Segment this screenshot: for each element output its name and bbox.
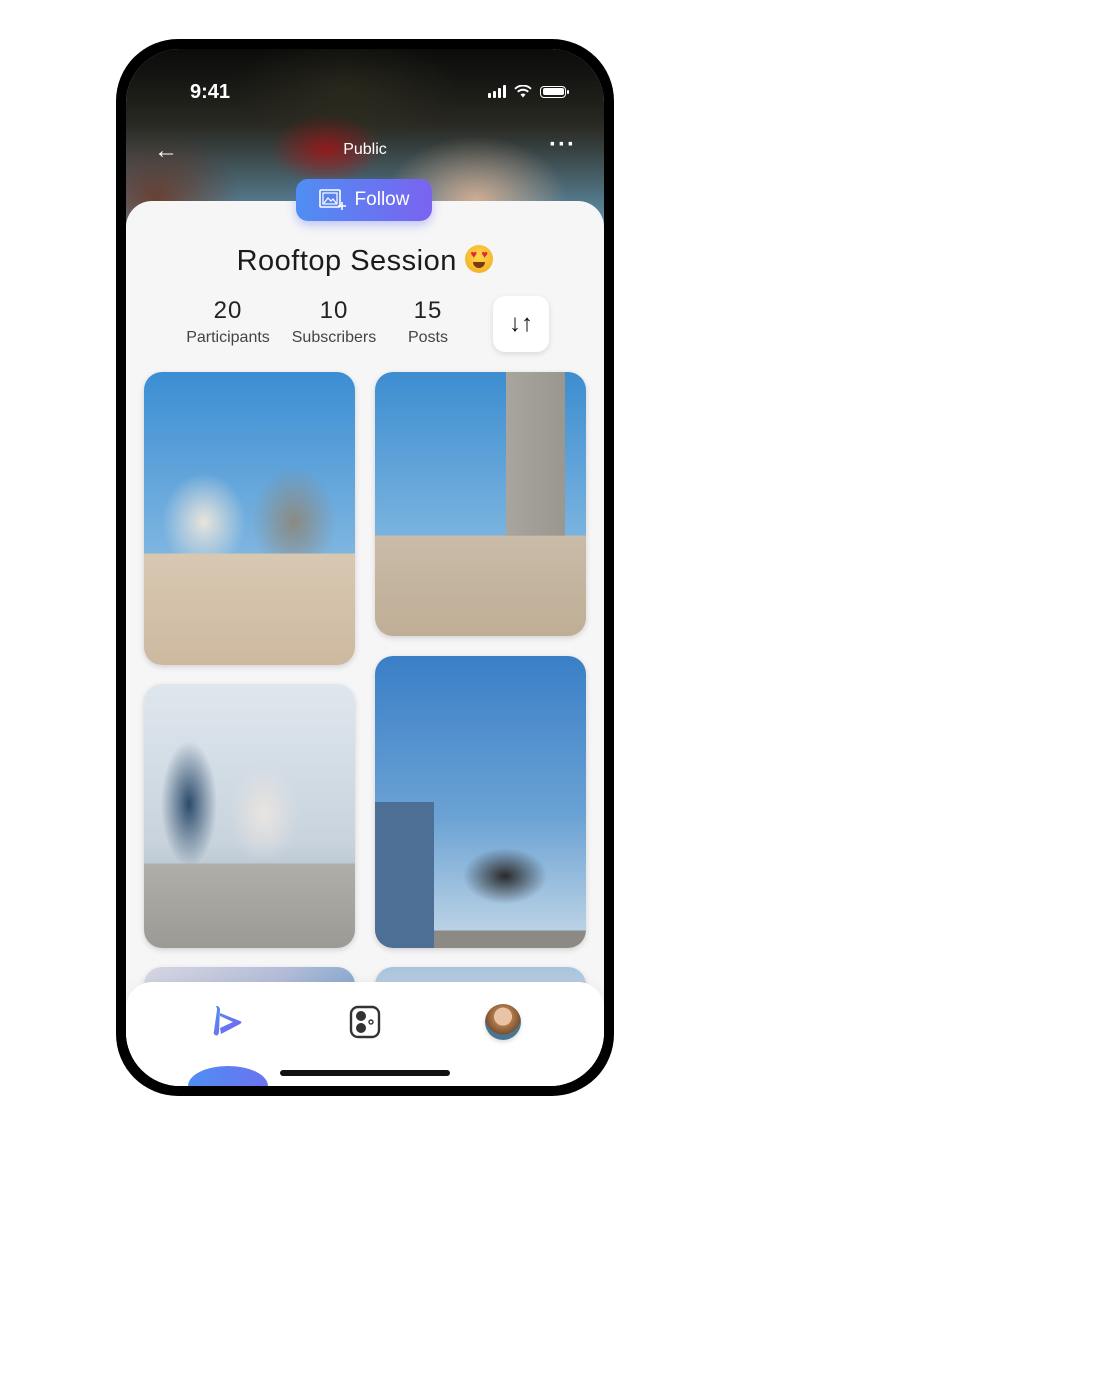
nav-title: Public	[343, 141, 387, 158]
signal-icon	[488, 85, 506, 98]
home-indicator	[280, 1070, 450, 1076]
status-time: 9:41	[190, 81, 231, 103]
play-triangle-icon	[213, 1006, 242, 1036]
battery-icon	[540, 85, 569, 98]
tab-home[interactable]	[208, 1002, 248, 1042]
stat-participants[interactable]: 20 Participants	[178, 297, 278, 347]
sort-button[interactable]: ↓↑	[493, 296, 549, 352]
nav-bar: ← Public ···	[126, 131, 604, 167]
camera-icon	[349, 1005, 381, 1039]
follow-button[interactable]: Follow	[296, 179, 432, 221]
group-card: Follow Rooftop Session 20 Participants 1…	[126, 179, 604, 1086]
tab-profile[interactable]	[483, 1002, 523, 1042]
photo-tile[interactable]	[144, 372, 355, 665]
active-tab-indicator	[188, 1066, 268, 1086]
tab-bar	[126, 982, 604, 1086]
phone-frame: 9:41 ← Public ··· Follow Rooftop Session	[116, 39, 614, 1096]
follow-label: Follow	[354, 189, 410, 210]
sort-arrows-icon: ↓↑	[509, 310, 533, 337]
screen: 9:41 ← Public ··· Follow Rooftop Session	[126, 49, 604, 1086]
group-title: Rooftop Session	[126, 245, 604, 278]
tab-camera[interactable]	[345, 1002, 385, 1042]
group-stats: 20 Participants 10 Subscribers 15 Posts	[178, 297, 466, 347]
wifi-icon	[514, 85, 532, 98]
add-photo-icon	[318, 189, 346, 210]
photo-tile[interactable]	[375, 656, 586, 948]
photo-tile[interactable]	[375, 372, 586, 636]
stat-posts[interactable]: 15 Posts	[390, 297, 466, 347]
photo-tile[interactable]	[144, 684, 355, 948]
heart-eyes-emoji-icon	[465, 245, 494, 273]
stat-subscribers[interactable]: 10 Subscribers	[278, 297, 390, 347]
avatar	[485, 1004, 521, 1040]
status-bar: 9:41	[126, 79, 604, 109]
more-horizontal-icon[interactable]: ···	[549, 131, 576, 159]
